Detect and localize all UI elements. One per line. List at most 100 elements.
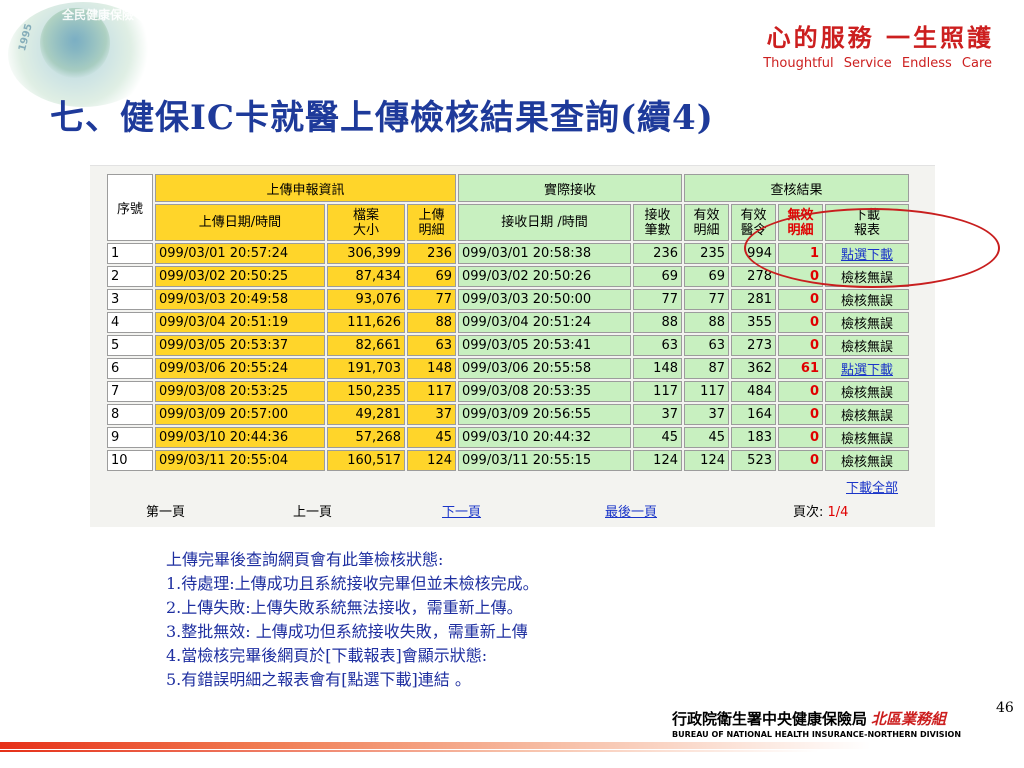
cell-invalid: 0 — [778, 289, 823, 310]
cell-valid-detail: 88 — [684, 312, 729, 333]
cell-file-size: 160,517 — [327, 450, 405, 471]
cell-upload-time: 099/03/05 20:53:37 — [155, 335, 325, 356]
cell-report: 檢核無誤 — [825, 404, 909, 425]
pager-last-link[interactable]: 最後一頁 — [605, 501, 657, 520]
cell-seq: 8 — [107, 404, 153, 425]
header-seq: 序號 — [107, 174, 153, 241]
cell-receive-time: 099/03/10 20:44:32 — [458, 427, 631, 448]
cell-seq: 3 — [107, 289, 153, 310]
bottom-accent-line — [0, 750, 1024, 752]
note-intro: 上傳完畢後查詢網頁會有此筆檢核狀態: — [166, 550, 444, 569]
cell-valid-detail: 117 — [684, 381, 729, 402]
cell-received: 45 — [633, 427, 682, 448]
cell-valid-order: 273 — [731, 335, 776, 356]
cell-seq: 7 — [107, 381, 153, 402]
cell-valid-order: 355 — [731, 312, 776, 333]
cell-received: 88 — [633, 312, 682, 333]
cell-valid-order: 183 — [731, 427, 776, 448]
cell-file-size: 82,661 — [327, 335, 405, 356]
header-received: 接收 筆數 — [633, 204, 682, 241]
table-row: 10 099/03/11 20:55:04 160,517 124 099/03/11 … — [107, 450, 909, 471]
cell-report: 檢核無誤 — [825, 335, 909, 356]
pager-page-label: 頁次: — [793, 505, 824, 520]
table-row: 6 099/03/06 20:55:24 191,703 148 099/03/06 2… — [107, 358, 909, 379]
pager-page-value: 1/4 — [827, 505, 849, 520]
cell-receive-time: 099/03/03 20:50:00 — [458, 289, 631, 310]
header-received-text: 接收 筆數 — [644, 207, 671, 238]
cell-report: 檢核無誤 — [825, 312, 909, 333]
cell-upload-time: 099/03/09 20:57:00 — [155, 404, 325, 425]
note-4: 4.當檢核完畢後網頁於[下載報表]會顯示狀態: — [166, 646, 488, 665]
page-number: 46 — [996, 700, 1014, 716]
cell-seq: 2 — [107, 266, 153, 287]
cell-file-size: 306,399 — [327, 243, 405, 264]
cell-file-size: 57,268 — [327, 427, 405, 448]
cell-invalid: 0 — [778, 450, 823, 471]
cell-received: 124 — [633, 450, 682, 471]
cell-file-size: 49,281 — [327, 404, 405, 425]
cell-valid-order: 362 — [731, 358, 776, 379]
cell-valid-detail: 124 — [684, 450, 729, 471]
table-row: 8 099/03/09 20:57:00 49,281 37 099/03/09 20:… — [107, 404, 909, 425]
cell-upload-time: 099/03/11 20:55:04 — [155, 450, 325, 471]
report-download-link[interactable]: 點選下載 — [825, 358, 909, 379]
cell-received: 117 — [633, 381, 682, 402]
pager-first: 第一頁 — [146, 505, 186, 520]
table-row: 4 099/03/04 20:51:19 111,626 88 099/03/04 20… — [107, 312, 909, 333]
footer-org-logo: 行政院衛生署中央健康保險局 北區業務組 — [672, 708, 946, 729]
note-5: 5.有錯誤明細之報表會有[點選下載]連結 。 — [166, 670, 471, 689]
bottom-accent-bar — [0, 742, 1024, 749]
cell-receive-time: 099/03/11 20:55:15 — [458, 450, 631, 471]
cell-upload-count: 124 — [407, 450, 456, 471]
header-valid-detail: 有效 明細 — [684, 204, 729, 241]
header-group-receive: 實際接收 — [458, 174, 682, 202]
cell-upload-count: 45 — [407, 427, 456, 448]
pager-next-link[interactable]: 下一頁 — [442, 501, 481, 520]
cell-seq: 6 — [107, 358, 153, 379]
cell-valid-order: 484 — [731, 381, 776, 402]
table-row: 3 099/03/03 20:49:58 93,076 77 099/03/03 20:… — [107, 289, 909, 310]
cell-valid-detail: 37 — [684, 404, 729, 425]
cell-upload-count: 63 — [407, 335, 456, 356]
header-upload-count: 上傳 明細 — [407, 204, 456, 241]
cell-upload-count: 236 — [407, 243, 456, 264]
table-row: 7 099/03/08 20:53:25 150,235 117 099/03/08 2… — [107, 381, 909, 402]
notes-block: 上傳完畢後查詢網頁會有此筆檢核狀態: 1.待處理:上傳成功且系統接收完畢但並未檢… — [166, 548, 539, 692]
cell-valid-detail: 235 — [684, 243, 729, 264]
cell-valid-detail: 45 — [684, 427, 729, 448]
cell-file-size: 191,703 — [327, 358, 405, 379]
header-upload-count-text: 上傳 明細 — [418, 207, 445, 238]
cell-upload-time: 099/03/08 20:53:25 — [155, 381, 325, 402]
header-file-size: 檔案 大小 — [327, 204, 405, 241]
cell-receive-time: 099/03/02 20:50:26 — [458, 266, 631, 287]
cell-invalid: 0 — [778, 312, 823, 333]
cell-file-size: 87,434 — [327, 266, 405, 287]
cell-upload-count: 69 — [407, 266, 456, 287]
cell-valid-detail: 69 — [684, 266, 729, 287]
nhi-logo-text: 全民健康保險 — [62, 8, 135, 22]
cell-invalid: 0 — [778, 427, 823, 448]
table-row: 5 099/03/05 20:53:37 82,661 63 099/03/05 20:… — [107, 335, 909, 356]
footer-org-name: 行政院衛生署中央健康保險局 — [672, 710, 868, 728]
cell-receive-time: 099/03/04 20:51:24 — [458, 312, 631, 333]
slogan-chinese: 心的服務 一生照護 — [766, 23, 994, 52]
cell-valid-detail: 77 — [684, 289, 729, 310]
cell-received: 69 — [633, 266, 682, 287]
cell-upload-time: 099/03/02 20:50:25 — [155, 266, 325, 287]
cell-upload-count: 77 — [407, 289, 456, 310]
cell-upload-count: 148 — [407, 358, 456, 379]
cell-invalid: 0 — [778, 404, 823, 425]
pager-prev: 上一頁 — [293, 505, 333, 520]
download-all-link[interactable]: 下載全部 — [846, 477, 898, 496]
cell-valid-order: 164 — [731, 404, 776, 425]
cell-received: 63 — [633, 335, 682, 356]
cell-seq: 5 — [107, 335, 153, 356]
cell-file-size: 93,076 — [327, 289, 405, 310]
header-upload-time: 上傳日期/時間 — [155, 204, 325, 241]
cell-received: 236 — [633, 243, 682, 264]
cell-report: 檢核無誤 — [825, 289, 909, 310]
header-group-check: 查核結果 — [684, 174, 909, 202]
cell-upload-time: 099/03/06 20:55:24 — [155, 358, 325, 379]
cell-receive-time: 099/03/08 20:53:35 — [458, 381, 631, 402]
cell-seq: 10 — [107, 450, 153, 471]
